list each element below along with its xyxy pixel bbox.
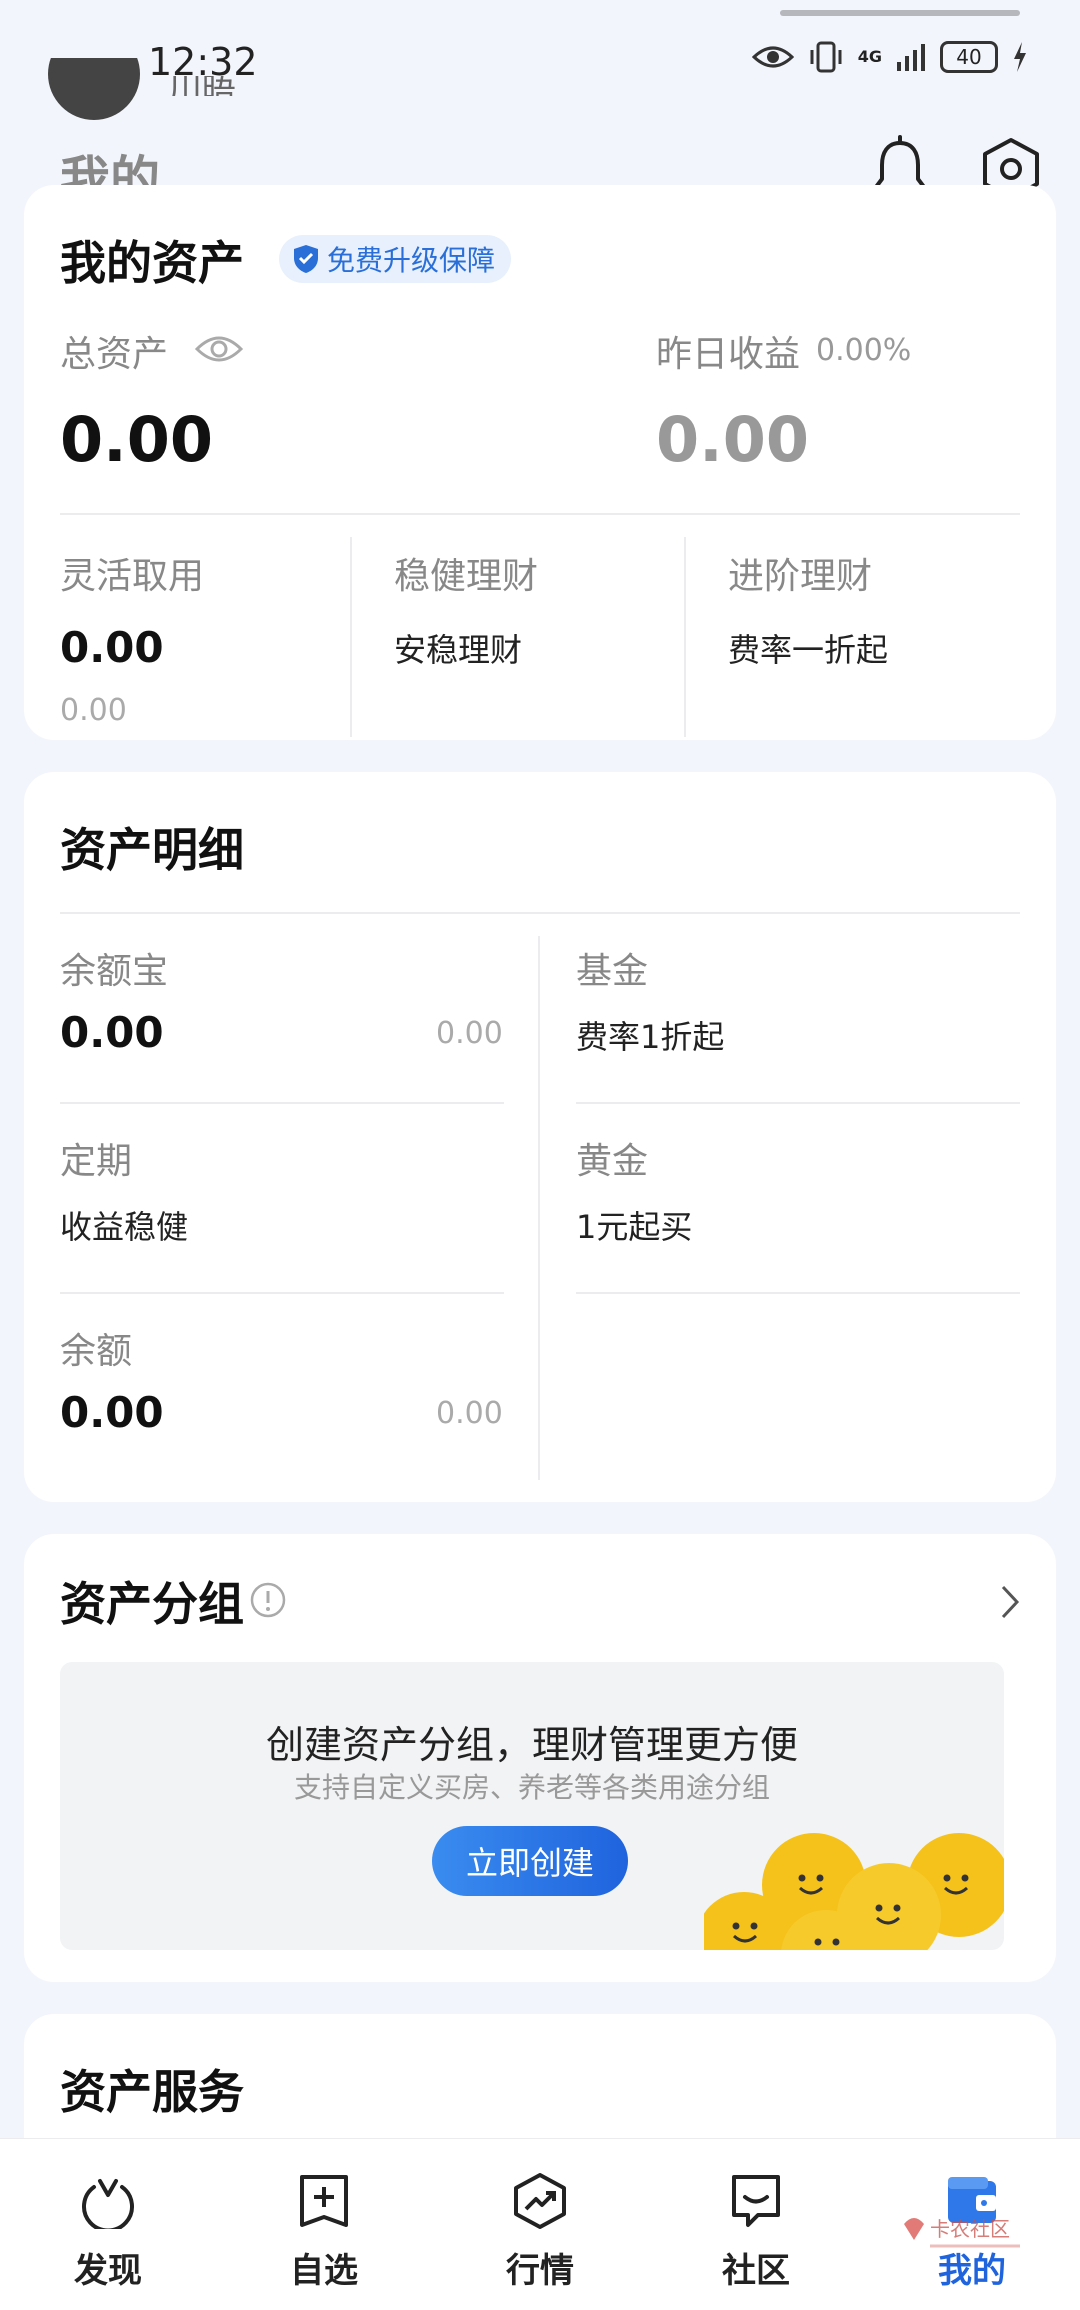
yesterday-earnings-value: 0.00 [656, 403, 809, 476]
status-icons: 4G 40 [751, 40, 1028, 74]
steady-wealth-label: 稳健理财 [394, 556, 539, 597]
total-assets-value: 0.00 [60, 403, 213, 476]
divider [350, 537, 352, 737]
divider [684, 537, 686, 737]
divider [538, 936, 540, 1480]
badge-text: 免费升级保障 [327, 244, 496, 277]
market-trend-icon [514, 2173, 566, 2229]
discover-icon [82, 2179, 134, 2229]
signal-icon [897, 44, 925, 71]
user-name: 川晤 [168, 76, 236, 96]
fixed-term-label: 定期 [60, 1141, 133, 1182]
status-pill [780, 10, 1020, 16]
charging-icon [1014, 42, 1026, 72]
tab-market[interactable]: 行情 [470, 2139, 610, 2310]
tab-label: 社区 [722, 2251, 790, 2291]
chevron-right-icon[interactable] [1000, 1584, 1020, 1620]
divider [60, 513, 1020, 515]
eye-toggle-icon[interactable] [194, 333, 244, 365]
divider [60, 912, 1020, 914]
advanced-wealth-label: 进阶理财 [728, 556, 873, 597]
divider [576, 1292, 1020, 1294]
asset-details-card: 资产明细 余额宝 0.00 0.00 定期 收益稳健 余额 0.00 0.00 … [24, 772, 1056, 1502]
fund-label: 基金 [576, 951, 649, 992]
battery-indicator: 40 [940, 41, 998, 73]
divider [576, 1102, 1020, 1104]
create-now-button[interactable]: 立即创建 [432, 1826, 628, 1896]
flexible-access-value: 0.00 [60, 623, 164, 672]
yesterday-rate: 0.00% [816, 333, 912, 368]
flexible-access-label: 灵活取用 [60, 556, 205, 597]
status-bar: 12:32 4G 40 [0, 0, 1080, 110]
balance-label: 余额 [60, 1331, 133, 1372]
watchlist-add-icon [300, 2175, 348, 2227]
yuebao-label: 余额宝 [60, 951, 169, 992]
network-type: 4G [857, 47, 882, 66]
promo-title: 创建资产分组，理财管理更方便 [265, 1723, 798, 1767]
asset-grouping-card: 资产分组 创建资产分组，理财管理更方便 支持自定义买房、养老等各类用途分组 立即… [24, 1534, 1056, 1982]
gold-desc: 1元起买 [576, 1208, 693, 1246]
my-assets-card: 我的资产 免费升级保障 总资产 0.00 昨日收益 0.00% 0.00 灵活取… [24, 185, 1056, 740]
community-chat-icon [732, 2175, 780, 2227]
avatar[interactable] [48, 58, 140, 128]
flexible-access-sub: 0.00 [60, 693, 127, 728]
my-assets-title: 我的资产 [60, 236, 244, 290]
fund-desc: 费率1折起 [576, 1018, 725, 1056]
watermark-logo: 卡农社区 [904, 2217, 1020, 2248]
watermark: 卡农社区 [900, 2210, 1030, 2260]
upgrade-protection-badge[interactable]: 免费升级保障 [279, 235, 512, 283]
balance-earnings: 0.00 [436, 1396, 503, 1431]
asset-grouping-title[interactable]: 资产分组 [60, 1568, 244, 1634]
coins-illustration-icon [704, 1833, 1004, 1950]
create-group-promo: 创建资产分组，理财管理更方便 支持自定义买房、养老等各类用途分组 立即创建 [60, 1662, 1004, 1950]
tab-label: 行情 [506, 2251, 574, 2291]
yuebao-earnings: 0.00 [436, 1016, 503, 1051]
shield-icon [294, 245, 318, 273]
steady-wealth-desc: 安稳理财 [394, 631, 523, 669]
yesterday-earnings-label: 昨日收益 [656, 334, 801, 375]
battery-level: 40 [956, 45, 982, 69]
asset-details-title: 资产明细 [60, 823, 244, 877]
vibrate-icon [810, 41, 842, 73]
divider [60, 1102, 504, 1104]
info-icon[interactable] [250, 1582, 286, 1618]
divider [60, 1292, 504, 1294]
total-assets-label: 总资产 [60, 334, 169, 375]
balance-value: 0.00 [60, 1388, 164, 1437]
tab-label: 发现 [74, 2251, 142, 2291]
fixed-term-desc: 收益稳健 [60, 1208, 189, 1246]
svg-text:卡农社区: 卡农社区 [930, 2217, 1010, 2241]
tab-label: 自选 [290, 2251, 358, 2291]
tab-community[interactable]: 社区 [686, 2139, 826, 2310]
advanced-wealth-desc: 费率一折起 [728, 631, 889, 669]
tab-watchlist[interactable]: 自选 [254, 2139, 394, 2310]
tab-discover[interactable]: 发现 [38, 2139, 178, 2310]
eye-comfort-icon [751, 46, 794, 68]
promo-subtitle: 支持自定义买房、养老等各类用途分组 [293, 1771, 770, 1804]
gold-label: 黄金 [576, 1141, 649, 1182]
asset-services-title: 资产服务 [60, 2065, 244, 2119]
yuebao-value: 0.00 [60, 1008, 164, 1057]
